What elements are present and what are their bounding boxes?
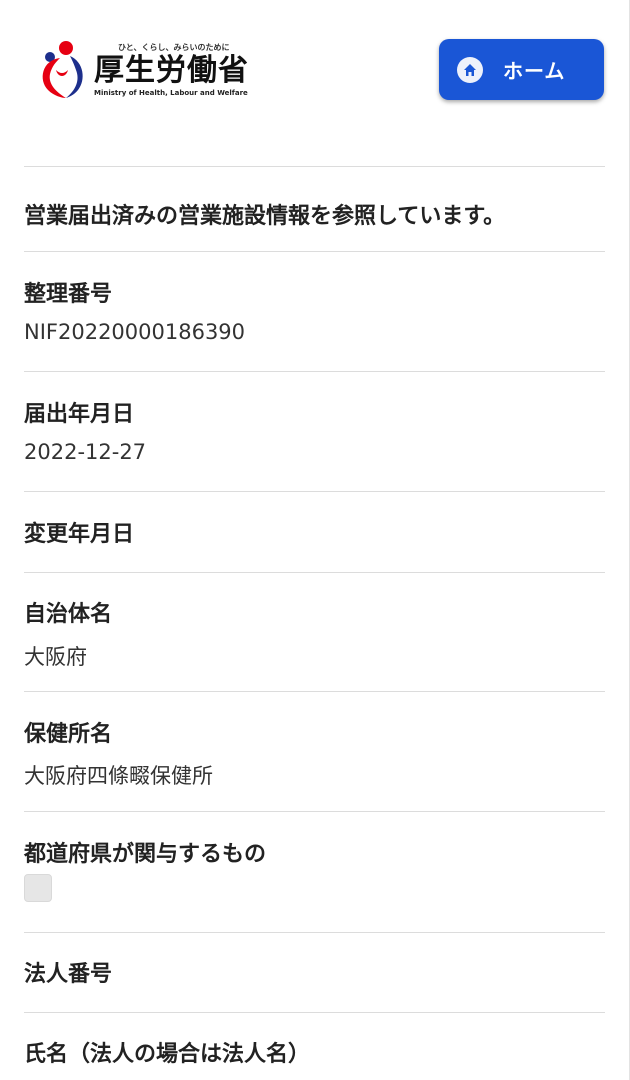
- field-label-health-center: 保健所名: [24, 722, 113, 747]
- divider: [24, 371, 605, 372]
- logo-name: 厚生労働省: [94, 52, 249, 88]
- divider: [24, 691, 605, 692]
- home-button[interactable]: ホーム: [439, 39, 604, 100]
- divider: [24, 932, 605, 933]
- prefecture-involved-checkbox[interactable]: [24, 874, 52, 902]
- mhlw-logo[interactable]: ひと、くらし、みらいのために 厚生労働省 Ministry of Health,…: [36, 40, 249, 100]
- field-label-prefecture-involved: 都道府県が関与するもの: [24, 842, 267, 867]
- home-button-label: ホーム: [503, 59, 566, 83]
- logo-tagline: ひと、くらし、みらいのために: [118, 42, 230, 52]
- field-label-change-date: 変更年月日: [24, 522, 135, 547]
- field-label-notification-date: 届出年月日: [24, 402, 135, 427]
- intro-text: 営業届出済みの営業施設情報を参照しています。: [24, 204, 506, 229]
- field-label-municipality: 自治体名: [24, 602, 113, 627]
- logo-text: ひと、くらし、みらいのために 厚生労働省 Ministry of Health,…: [94, 43, 249, 98]
- mhlw-logo-icon: [42, 41, 83, 98]
- header: ひと、くらし、みらいのために 厚生労働省 Ministry of Health,…: [0, 0, 629, 166]
- page: ひと、くらし、みらいのために 厚生労働省 Ministry of Health,…: [0, 0, 630, 1080]
- divider: [24, 1012, 605, 1013]
- field-label-corporate-number: 法人番号: [24, 962, 113, 987]
- field-label-name: 氏名（法人の場合は法人名）: [24, 1042, 311, 1067]
- field-value-municipality: 大阪府: [24, 645, 87, 669]
- home-icon: [457, 56, 483, 83]
- field-value-health-center: 大阪府四條畷保健所: [24, 764, 213, 788]
- field-label-reference-number: 整理番号: [24, 282, 113, 307]
- divider: [24, 572, 605, 573]
- field-value-notification-date: 2022-12-27: [24, 440, 147, 464]
- divider: [24, 251, 605, 252]
- field-value-reference-number: NIF20220000186390: [24, 320, 246, 344]
- logo-english-name: Ministry of Health, Labour and Welfare: [94, 88, 248, 97]
- divider: [24, 166, 605, 167]
- divider: [24, 491, 605, 492]
- divider: [24, 811, 605, 812]
